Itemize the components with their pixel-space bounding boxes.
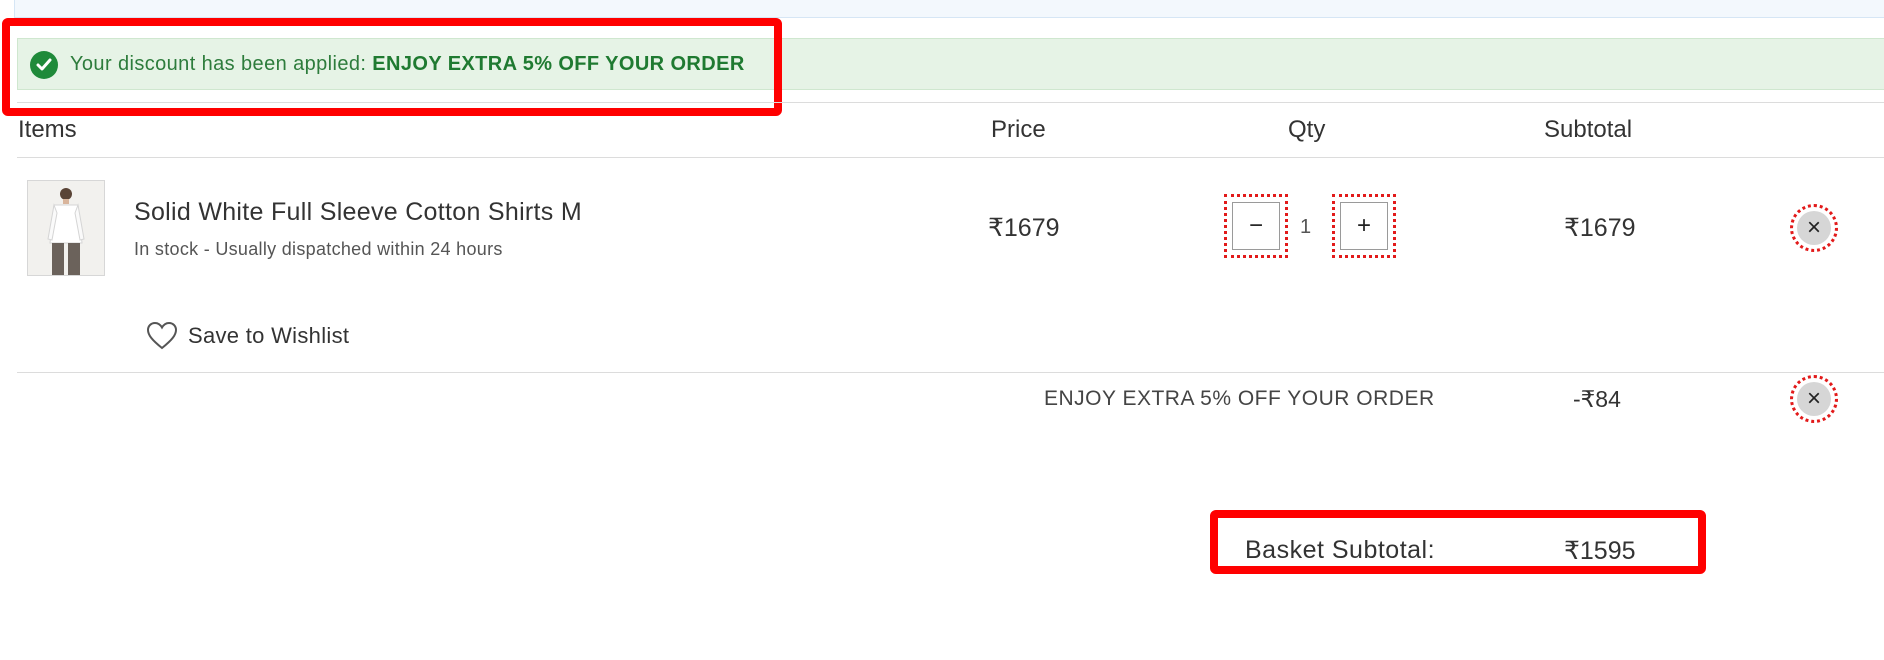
column-header-qty: Qty: [1288, 116, 1326, 143]
product-thumbnail[interactable]: [27, 180, 105, 276]
header-top-divider: [17, 102, 1884, 103]
stock-status: In stock - Usually dispatched within 24 …: [134, 239, 503, 259]
basket-subtotal-label: Basket Subtotal:: [1245, 536, 1436, 564]
qty-value: 1: [1300, 216, 1312, 238]
remove-item-button[interactable]: ×: [1790, 204, 1838, 252]
item-price: ₹1679: [988, 214, 1060, 242]
item-subtotal: ₹1679: [1564, 214, 1636, 242]
qty-decrement-button[interactable]: −: [1224, 194, 1288, 258]
top-notice-bar: [14, 0, 1884, 18]
column-header-price: Price: [991, 116, 1046, 143]
discount-amount: -₹84: [1573, 386, 1621, 412]
plus-icon: +: [1340, 202, 1388, 250]
column-header-items: Items: [18, 116, 77, 143]
product-name[interactable]: Solid White Full Sleeve Cotton Shirts M: [134, 198, 582, 227]
wishlist-label: Save to Wishlist: [188, 323, 350, 348]
minus-icon: −: [1232, 202, 1280, 250]
basket-subtotal-value: ₹1595: [1564, 537, 1636, 565]
heart-icon: [146, 321, 178, 350]
qty-increment-button[interactable]: +: [1332, 194, 1396, 258]
close-icon: ×: [1797, 211, 1831, 245]
close-icon: ×: [1797, 382, 1831, 416]
header-bottom-divider: [17, 157, 1884, 158]
item-bottom-divider: [17, 372, 1884, 373]
remove-discount-button[interactable]: ×: [1790, 375, 1838, 423]
column-header-subtotal: Subtotal: [1544, 116, 1633, 143]
discount-label: ENJOY EXTRA 5% OFF YOUR ORDER: [1044, 387, 1435, 410]
